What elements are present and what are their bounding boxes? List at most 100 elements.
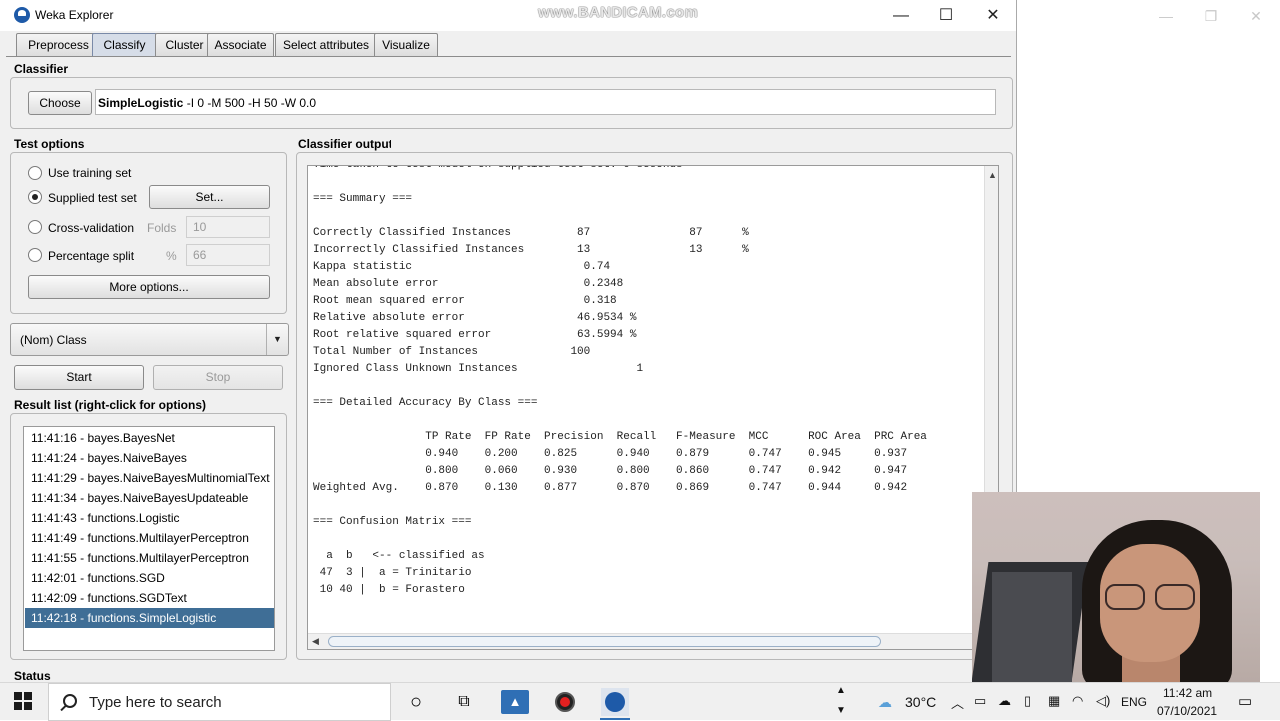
percentage-split-radio[interactable] — [28, 248, 42, 262]
output-line: Relative absolute error 46.9534 % — [313, 312, 637, 324]
background-window-titlebar: — ❐ ✕ — [1018, 0, 1280, 32]
result-item[interactable]: 11:41:49 - functions.MultilayerPerceptro… — [25, 528, 274, 548]
result-item[interactable]: 11:42:01 - functions.SGD — [25, 568, 274, 588]
classifier-config-field[interactable]: SimpleLogistic -I 0 -M 500 -H 50 -W 0.0 — [95, 89, 996, 115]
title-bar: Weka Explorer www.BANDICAM.com — ☐ ✕ — [0, 0, 1016, 31]
output-line: Kappa statistic 0.74 — [313, 261, 611, 273]
weather-icon[interactable]: ☁ — [878, 694, 892, 711]
tab-divider — [6, 56, 1011, 57]
output-line: Time taken to test model on supplied tes… — [313, 165, 683, 171]
background-minimize-icon: — — [1159, 8, 1173, 24]
classifier-section-label: Classifier — [14, 62, 69, 76]
percent-input[interactable]: 66 — [186, 244, 270, 266]
status-section-label: Status — [14, 669, 51, 682]
search-icon — [63, 694, 77, 708]
output-line: === Summary === — [313, 193, 413, 205]
tab-cluster[interactable]: Cluster — [155, 33, 214, 57]
show-hidden-icons-icon[interactable]: ︿ — [951, 693, 964, 712]
webcam-glasses-shape — [1155, 584, 1195, 610]
folds-input[interactable]: 10 — [186, 216, 270, 238]
classifier-output-section-label: Classifier output — [298, 137, 391, 151]
class-attribute-select[interactable]: (Nom) Class ▼ — [10, 323, 289, 356]
device-icon[interactable]: ▯ — [1024, 693, 1031, 709]
clock-date[interactable]: 07/10/2021 — [1157, 704, 1217, 718]
cortana-icon[interactable]: ○ — [402, 688, 430, 716]
scroll-left-arrow-icon[interactable]: ◀ — [312, 636, 319, 647]
result-item-selected[interactable]: 11:42:18 - functions.SimpleLogistic — [25, 608, 274, 628]
stop-button[interactable]: Stop — [153, 365, 283, 390]
supplied-test-set-label: Supplied test set — [48, 191, 137, 205]
result-item[interactable]: 11:41:16 - bayes.BayesNet — [25, 428, 274, 448]
more-options-button[interactable]: More options... — [28, 275, 270, 299]
weka-taskbar-icon[interactable] — [601, 688, 629, 716]
taskbar-search-box[interactable]: Type here to search — [48, 683, 391, 721]
tab-associate[interactable]: Associate — [207, 33, 274, 57]
background-close-icon: ✕ — [1250, 8, 1262, 24]
battery-icon[interactable]: ▭ — [974, 693, 986, 709]
result-item[interactable]: 11:41:43 - functions.Logistic — [25, 508, 274, 528]
result-list-section-label: Result list (right-click for options) — [14, 398, 207, 412]
output-line: === Confusion Matrix === — [313, 516, 472, 528]
output-line: Root relative squared error 63.5994 % — [313, 329, 637, 341]
close-button[interactable]: ✕ — [970, 0, 1016, 31]
window-title: Weka Explorer — [35, 8, 114, 22]
output-line: === Detailed Accuracy By Class === — [313, 397, 538, 409]
bandicam-record-icon[interactable] — [551, 688, 579, 716]
result-item[interactable]: 11:41:34 - bayes.NaiveBayesUpdateable — [25, 488, 274, 508]
classifier-output-text-area[interactable]: Time taken to test model on supplied tes… — [307, 165, 999, 650]
output-line: 0.940 0.200 0.825 0.940 0.879 0.747 0.94… — [313, 448, 908, 460]
output-line: TP Rate FP Rate Precision Recall F-Measu… — [313, 431, 927, 443]
background-restore-icon: ❐ — [1204, 8, 1218, 24]
photos-app-icon[interactable]: ▲ — [501, 690, 529, 714]
test-options-section-label: Test options — [14, 137, 85, 151]
tab-visualize[interactable]: Visualize — [374, 33, 438, 57]
supplied-test-set-radio[interactable] — [28, 190, 42, 204]
start-button[interactable]: Start — [14, 365, 144, 390]
choose-button[interactable]: Choose — [28, 91, 92, 115]
volume-icon[interactable]: ◁) — [1096, 693, 1110, 709]
result-item[interactable]: 11:41:24 - bayes.NaiveBayes — [25, 448, 274, 468]
tab-classify[interactable]: Classify — [92, 33, 157, 57]
wifi-icon[interactable]: ◠ — [1072, 693, 1083, 709]
tab-select-attributes[interactable]: Select attributes — [275, 33, 377, 57]
result-item[interactable]: 11:42:09 - functions.SGDText — [25, 588, 274, 608]
result-item[interactable]: 11:41:55 - functions.MultilayerPerceptro… — [25, 548, 274, 568]
windows-start-icon[interactable] — [14, 692, 32, 710]
tray-scroll-down-icon[interactable]: ▼ — [836, 705, 846, 716]
weka-explorer-window: Weka Explorer www.BANDICAM.com — ☐ ✕ Pre… — [0, 0, 1017, 682]
cross-validation-radio[interactable] — [28, 220, 42, 234]
minimize-button[interactable]: — — [878, 0, 924, 31]
onedrive-icon[interactable]: ☁ — [998, 693, 1011, 709]
result-list[interactable]: 11:41:16 - bayes.BayesNet 11:41:24 - bay… — [23, 426, 275, 651]
folds-label: Folds — [147, 221, 177, 235]
set-test-set-button[interactable]: Set... — [149, 185, 270, 209]
webcam-overlay-image — [972, 492, 1260, 682]
output-line: 0.800 0.060 0.930 0.800 0.860 0.747 0.94… — [313, 465, 908, 477]
classifier-name: SimpleLogistic — [98, 96, 184, 110]
output-line: Mean absolute error 0.2348 — [313, 278, 624, 290]
maximize-button[interactable]: ☐ — [923, 0, 969, 31]
scroll-up-arrow-icon[interactable]: ▲ — [988, 170, 997, 180]
output-line: Ignored Class Unknown Instances 1 — [313, 363, 644, 375]
output-line: a b <-- classified as — [313, 550, 485, 562]
horizontal-scroll-thumb[interactable] — [328, 636, 881, 647]
horizontal-scrollbar[interactable]: ◀ — [308, 633, 998, 649]
webcam-glasses-shape — [1105, 584, 1145, 610]
task-view-icon[interactable]: ⧉ — [450, 688, 478, 716]
tray-scroll-up-icon[interactable]: ▲ — [836, 685, 846, 696]
tab-preprocess[interactable]: Preprocess — [16, 33, 101, 57]
class-attribute-value: (Nom) Class — [20, 333, 87, 347]
language-indicator[interactable]: ENG — [1121, 695, 1147, 709]
output-line: Incorrectly Classified Instances 13 13 % — [313, 244, 749, 256]
temperature-text[interactable]: 30°C — [905, 694, 936, 710]
clock-time[interactable]: 11:42 am — [1163, 686, 1212, 700]
use-training-set-label: Use training set — [48, 166, 132, 180]
result-item[interactable]: 11:41:29 - bayes.NaiveBayesMultinomialTe… — [25, 468, 274, 488]
cross-validation-label: Cross-validation — [48, 221, 135, 235]
notifications-icon[interactable]: ▭ — [1238, 692, 1252, 710]
classifier-output-text: Time taken to test model on supplied tes… — [313, 165, 927, 599]
use-training-set-radio[interactable] — [28, 166, 42, 180]
network-icon[interactable]: ▦ — [1048, 693, 1060, 709]
